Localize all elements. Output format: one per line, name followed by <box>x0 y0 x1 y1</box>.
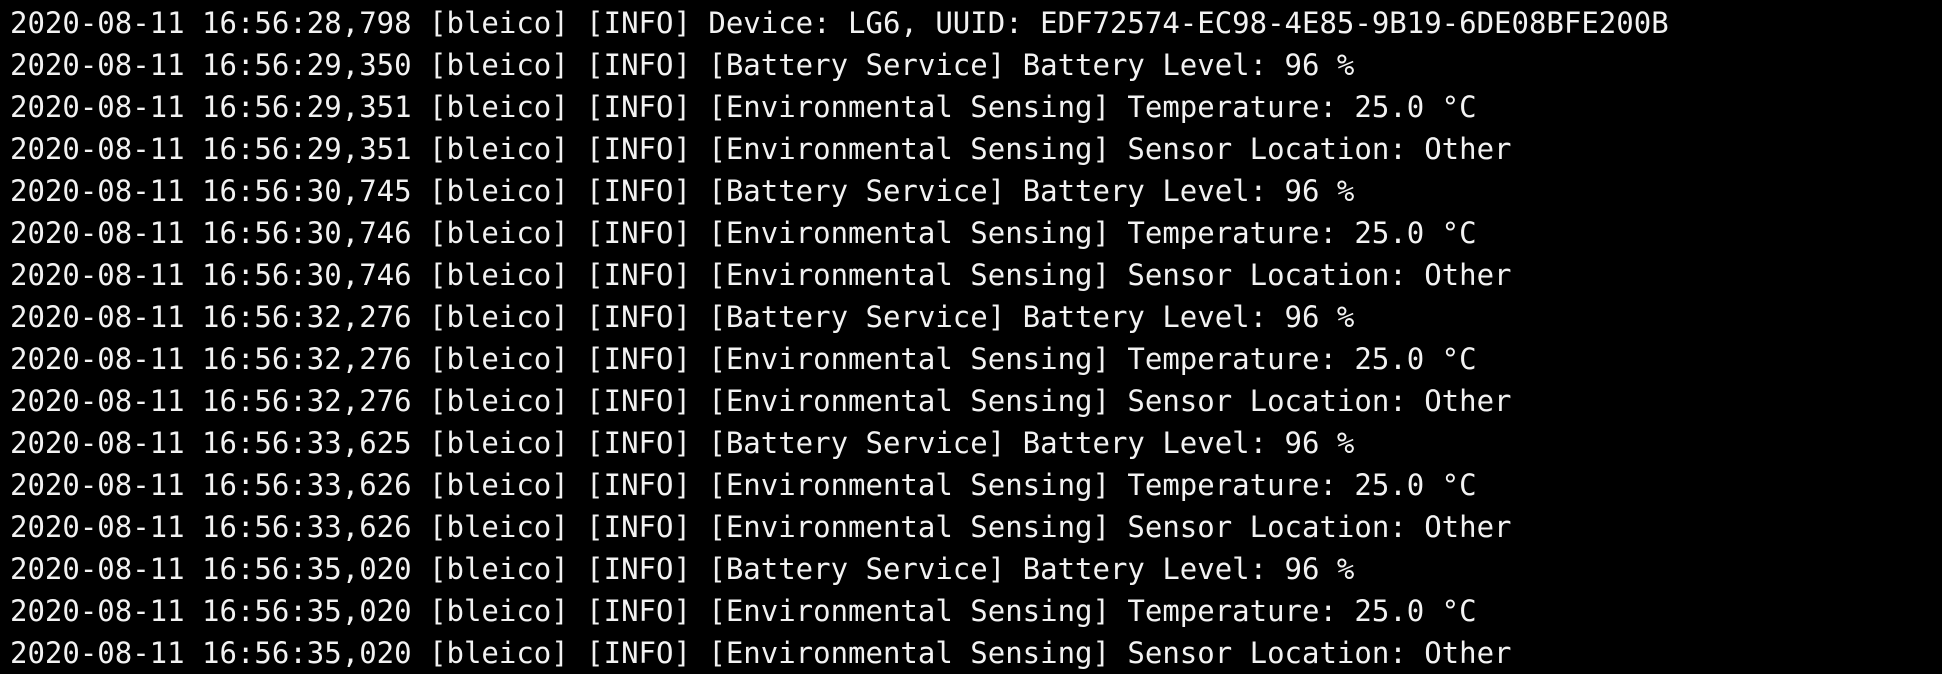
log-line: 2020-08-11 16:56:30,745 [bleico] [INFO] … <box>10 174 1355 208</box>
log-line: 2020-08-11 16:56:33,625 [bleico] [INFO] … <box>10 426 1355 460</box>
log-line: 2020-08-11 16:56:30,746 [bleico] [INFO] … <box>10 258 1512 292</box>
log-line: 2020-08-11 16:56:33,626 [bleico] [INFO] … <box>10 510 1512 544</box>
log-line: 2020-08-11 16:56:35,020 [bleico] [INFO] … <box>10 594 1477 628</box>
log-line: 2020-08-11 16:56:32,276 [bleico] [INFO] … <box>10 384 1512 418</box>
log-line: 2020-08-11 16:56:29,350 [bleico] [INFO] … <box>10 48 1355 82</box>
log-line: 2020-08-11 16:56:35,020 [bleico] [INFO] … <box>10 552 1355 586</box>
log-line: 2020-08-11 16:56:28,798 [bleico] [INFO] … <box>10 6 1669 40</box>
log-line: 2020-08-11 16:56:32,276 [bleico] [INFO] … <box>10 300 1355 334</box>
log-line: 2020-08-11 16:56:30,746 [bleico] [INFO] … <box>10 216 1477 250</box>
log-line: 2020-08-11 16:56:35,020 [bleico] [INFO] … <box>10 636 1512 670</box>
log-line: 2020-08-11 16:56:33,626 [bleico] [INFO] … <box>10 468 1477 502</box>
log-line: 2020-08-11 16:56:29,351 [bleico] [INFO] … <box>10 132 1512 166</box>
log-line: 2020-08-11 16:56:32,276 [bleico] [INFO] … <box>10 342 1477 376</box>
log-line: 2020-08-11 16:56:29,351 [bleico] [INFO] … <box>10 90 1477 124</box>
terminal-output[interactable]: 2020-08-11 16:56:28,798 [bleico] [INFO] … <box>0 0 1942 674</box>
